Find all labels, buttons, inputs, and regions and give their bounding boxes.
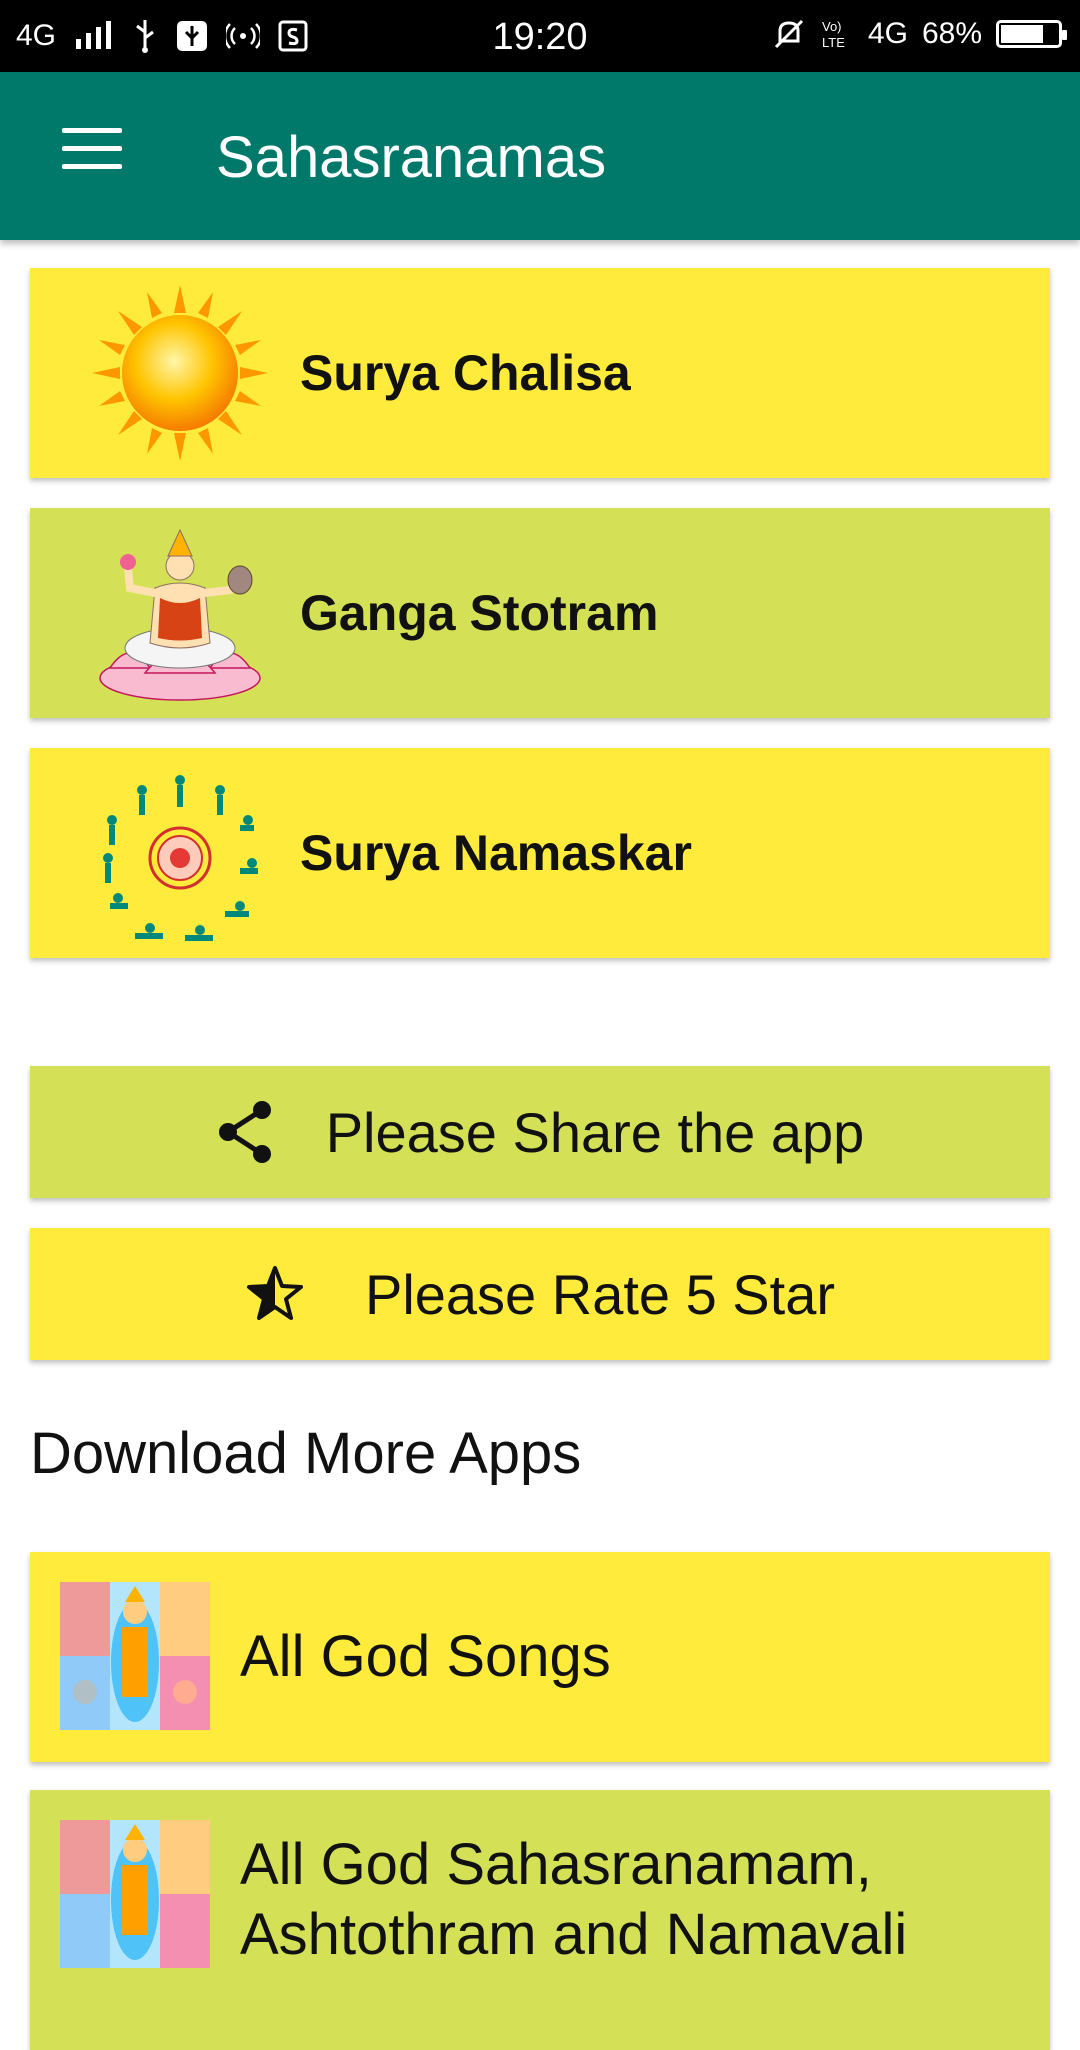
share-app-button[interactable]: Please Share the app	[30, 1066, 1050, 1198]
list-item-label: Surya Namaskar	[300, 825, 692, 881]
half-star-icon	[246, 1266, 303, 1320]
menu-icon[interactable]	[62, 128, 122, 178]
battery-icon	[996, 20, 1067, 48]
share-app-label: Please Share the app	[325, 1100, 865, 1164]
list-item-label: Ganga Stotram	[300, 585, 659, 641]
sun-icon	[92, 285, 268, 461]
gods-collage-image	[60, 1582, 210, 1730]
volte-icon: Vo) LTE	[822, 19, 845, 50]
list-item-surya-namaskar[interactable]: Surya Namaskar	[30, 748, 1050, 958]
yoga-poses-image	[103, 775, 258, 941]
rate-app-button[interactable]: Please Rate 5 Star	[30, 1228, 1050, 1360]
svg-text:LTE: LTE	[822, 35, 845, 50]
app-bar: Sahasranamas	[0, 72, 1080, 240]
status-right: Vo) LTE 4G 68%	[772, 14, 1067, 54]
share-icon	[218, 1101, 271, 1163]
data-type: 4G	[867, 17, 908, 50]
svg-text:Vo): Vo)	[822, 19, 842, 34]
more-app-label: All God Sahasranamam, Ashtothram and Nam…	[240, 1832, 908, 1967]
list-item-surya-chalisa[interactable]: Surya Chalisa	[30, 268, 1050, 478]
list-item-label: Surya Chalisa	[300, 345, 631, 401]
mute-bell-icon	[774, 19, 803, 49]
more-app-item-all-god-sahasranamam[interactable]: All God Sahasranamam, Ashtothram and Nam…	[30, 1790, 1050, 2050]
more-app-label: All God Songs	[240, 1624, 611, 1689]
battery-percent: 68%	[921, 17, 982, 50]
more-app-item-all-god-songs[interactable]: All God Songs	[30, 1552, 1050, 1762]
goddess-ganga-image	[99, 528, 261, 701]
rate-app-label: Please Rate 5 Star	[364, 1262, 836, 1326]
more-apps-title: Download More Apps	[30, 1421, 582, 1486]
gods-collage-image	[60, 1820, 210, 1968]
list-item-ganga-stotram[interactable]: Ganga Stotram	[30, 508, 1050, 718]
status-bar: 4G 19:20 Vo) LTE 4G 68%	[0, 0, 1080, 72]
app-title: Sahasranamas	[216, 125, 607, 190]
